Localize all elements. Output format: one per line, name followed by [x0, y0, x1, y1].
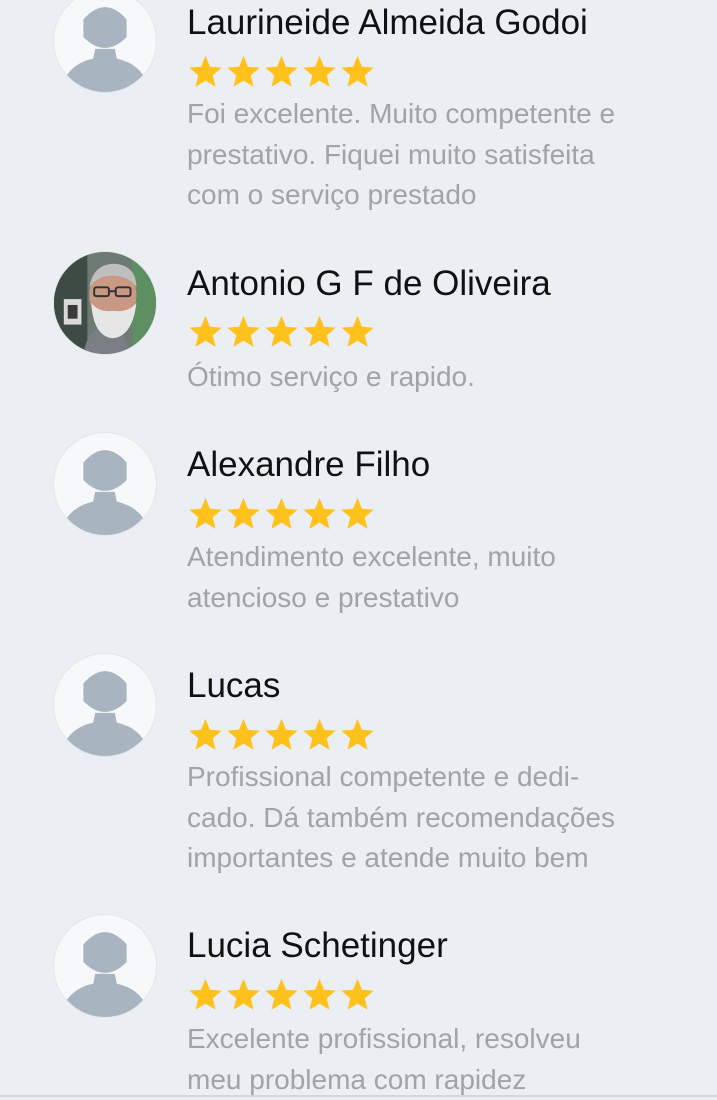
reviewer-name: Antonio G F de Oliveira	[187, 264, 551, 303]
review-list: Laurineide Almeida Godoi Foi excelente. …	[0, 0, 717, 1097]
star-icon	[189, 718, 222, 750]
review-comment: Profissional competente e dedi- cado. Dá…	[187, 761, 615, 873]
default-user-icon	[59, 7, 151, 92]
star-icon	[265, 315, 298, 347]
reviewer-name: Laurineide Almeida Godoi	[187, 3, 588, 42]
star-icon	[227, 718, 260, 750]
star-icon	[303, 55, 336, 87]
star-icon	[341, 497, 374, 529]
user-avatar[interactable]	[53, 914, 157, 1018]
user-avatar-photo[interactable]	[53, 251, 157, 355]
star-icon	[189, 978, 222, 1010]
reviewer-name: Lucas	[187, 666, 281, 705]
review-comment: Excelente profissional, resolveu meu pro…	[187, 1023, 581, 1095]
star-icon	[303, 315, 336, 347]
user-photo-icon	[54, 252, 156, 354]
reviewer-name: Alexandre Filho	[187, 445, 431, 484]
star-icon	[227, 315, 260, 347]
star-icon	[303, 978, 336, 1010]
star-icon	[227, 978, 260, 1010]
star-icon	[265, 55, 298, 87]
star-icon	[189, 315, 222, 347]
rating-stars	[187, 976, 376, 1014]
star-icon	[227, 55, 260, 87]
rating-stars	[187, 313, 376, 351]
star-icon	[227, 497, 260, 529]
star-icon	[189, 497, 222, 529]
star-icon	[341, 978, 374, 1010]
star-icon	[265, 718, 298, 750]
rating-stars	[187, 716, 376, 754]
star-icon	[341, 718, 374, 750]
user-avatar[interactable]	[53, 653, 157, 757]
user-avatar[interactable]	[53, 0, 157, 93]
rating-stars	[187, 53, 376, 91]
default-user-icon	[59, 450, 151, 535]
star-icon	[303, 497, 336, 529]
reviewer-name: Lucia Schetinger	[187, 926, 448, 965]
star-icon	[303, 718, 336, 750]
rating-stars	[187, 495, 376, 533]
star-icon	[189, 55, 222, 87]
default-user-icon	[59, 932, 151, 1017]
star-icon	[265, 978, 298, 1010]
star-icon	[341, 315, 374, 347]
star-icon	[265, 497, 298, 529]
star-icon	[341, 55, 374, 87]
review-comment: Atendimento excelente, muito atencioso e…	[187, 541, 556, 613]
user-avatar[interactable]	[53, 432, 157, 536]
review-comment: Ótimo serviço e rapido.	[187, 361, 475, 392]
review-comment: Foi excelente. Muito competente e presta…	[187, 98, 616, 210]
default-user-icon	[59, 671, 151, 756]
